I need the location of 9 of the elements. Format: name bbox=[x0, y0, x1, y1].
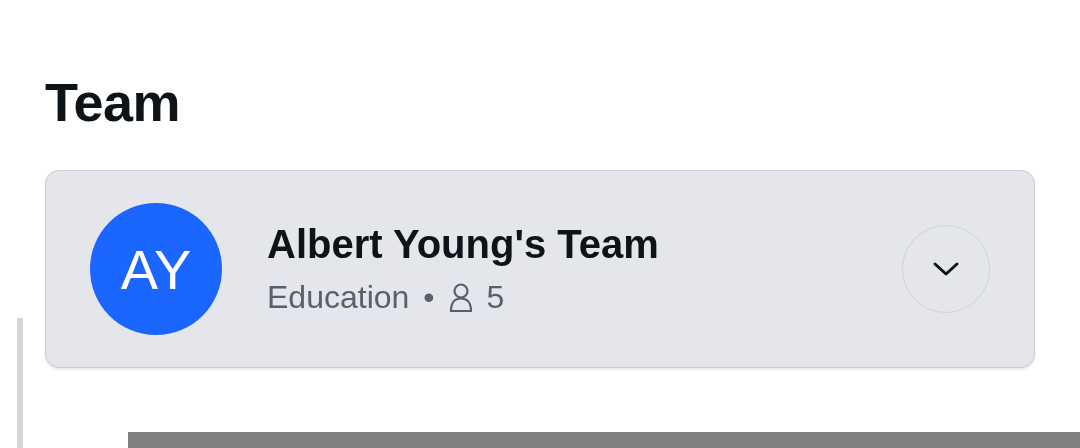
team-card[interactable]: AY Albert Young's Team Education • 5 bbox=[45, 170, 1035, 368]
team-category: Education bbox=[267, 279, 410, 316]
chevron-icon bbox=[931, 260, 961, 278]
team-name: Albert Young's Team bbox=[267, 222, 660, 267]
person-icon bbox=[448, 282, 473, 313]
separator-dot: • bbox=[423, 279, 435, 316]
section-heading: Team bbox=[45, 72, 182, 132]
member-count: 5 bbox=[486, 279, 505, 316]
avatar: AY bbox=[90, 203, 222, 335]
